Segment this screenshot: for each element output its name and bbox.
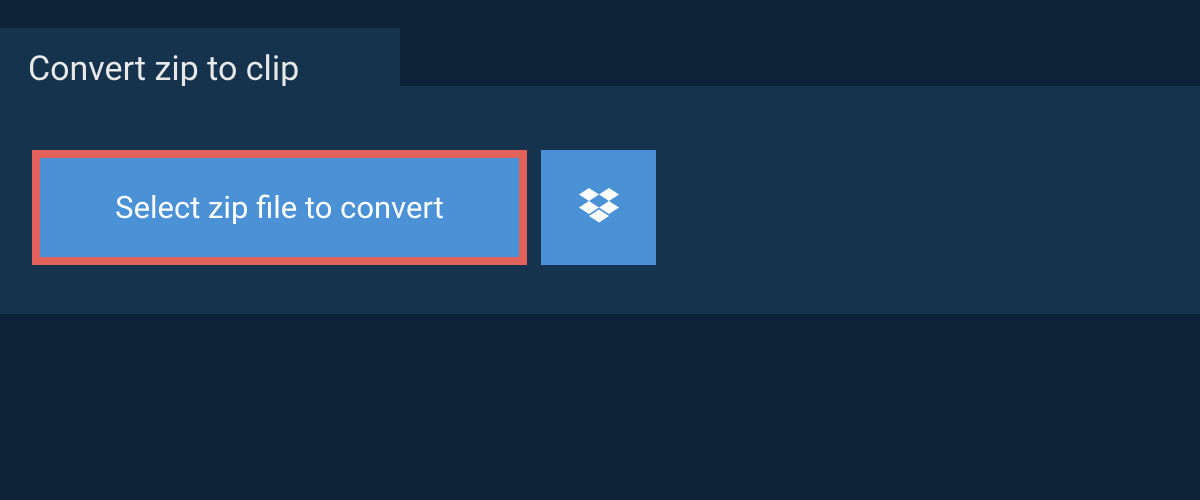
dropbox-icon (579, 188, 619, 228)
select-file-button-label: Select zip file to convert (115, 189, 444, 226)
select-file-button[interactable]: Select zip file to convert (32, 150, 527, 265)
dropbox-button[interactable] (541, 150, 656, 265)
converter-tab-label: Convert zip to clip (28, 49, 299, 89)
file-select-group: Select zip file to convert (32, 150, 656, 265)
